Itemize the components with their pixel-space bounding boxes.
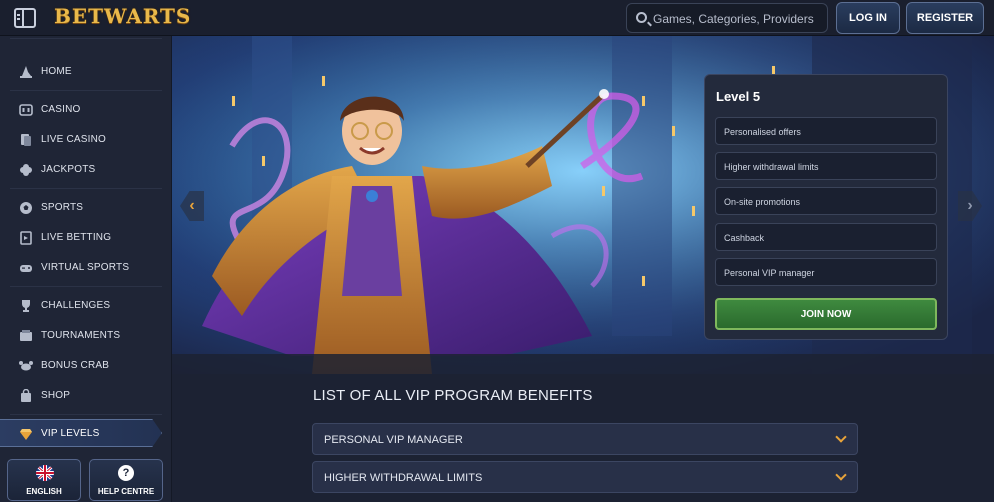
sidebar-item-label: TOURNAMENTS <box>41 330 121 341</box>
sidebar: HOME CASINO LIVE CASINO JACKPOTS SPORTS … <box>0 36 172 502</box>
benefit-label: Personalised offers <box>724 127 801 137</box>
trophy-icon <box>19 299 33 313</box>
betwarts-logo[interactable]: BETWARTS <box>54 4 191 30</box>
help-centre-button[interactable]: ? HELP CENTRE <box>89 459 163 501</box>
wizard-hat-icon <box>19 65 33 79</box>
sidebar-item-tournaments[interactable]: TOURNAMENTS <box>0 323 172 349</box>
chevron-down-icon <box>835 469 847 481</box>
benefit-label: Higher withdrawal limits <box>724 162 819 172</box>
sidebar-toggle-icon[interactable] <box>14 8 36 28</box>
sidebar-item-virtual-sports[interactable]: VIRTUAL SPORTS <box>0 255 172 281</box>
accordion-item[interactable]: PERSONAL VIP MANAGER <box>312 423 858 455</box>
sidebar-item-bonus-crab[interactable]: BONUS CRAB <box>0 353 172 379</box>
level-benefit-item: Cashback <box>715 223 937 251</box>
sidebar-item-label: SPORTS <box>41 202 84 213</box>
help-centre-label: HELP CENTRE <box>97 487 155 496</box>
sidebar-divider <box>10 414 162 415</box>
sidebar-divider <box>10 38 162 39</box>
sidebar-item-shop[interactable]: SHOP <box>0 383 172 409</box>
sidebar-item-label: VIP LEVELS <box>41 428 100 439</box>
sidebar-item-label: LIVE CASINO <box>41 134 106 145</box>
language-button[interactable]: ENGLISH <box>7 459 81 501</box>
language-label: ENGLISH <box>26 487 62 496</box>
crab-icon <box>19 359 33 373</box>
sidebar-item-jackpots[interactable]: JACKPOTS <box>0 157 172 183</box>
sidebar-item-live-casino[interactable]: LIVE CASINO <box>0 127 172 153</box>
benefit-label: Cashback <box>724 233 765 243</box>
level-benefit-item: Personal VIP manager <box>715 258 937 286</box>
level-benefit-item: Personalised offers <box>715 117 937 145</box>
live-betting-icon <box>19 231 33 245</box>
login-button[interactable]: LOG IN <box>836 2 900 34</box>
benefit-label: Personal VIP manager <box>724 268 815 278</box>
top-header: BETWARTS Games, Categories, Providers LO… <box>0 0 994 36</box>
sidebar-item-label: HOME <box>41 66 72 77</box>
level-benefit-item: Higher withdrawal limits <box>715 152 937 180</box>
benefit-label: On-site promotions <box>724 197 801 207</box>
search-input[interactable]: Games, Categories, Providers <box>626 3 828 33</box>
sidebar-item-home[interactable]: HOME <box>0 59 172 85</box>
sidebar-divider <box>10 188 162 189</box>
sidebar-item-casino[interactable]: CASINO <box>0 97 172 123</box>
search-icon <box>636 12 647 23</box>
sidebar-item-sports[interactable]: SPORTS <box>0 195 172 221</box>
sidebar-item-label: JACKPOTS <box>41 164 96 175</box>
benefits-list-title: LIST OF ALL VIP PROGRAM BENEFITS <box>313 387 593 404</box>
sidebar-item-label: VIRTUAL SPORTS <box>41 262 130 273</box>
sidebar-item-label: LIVE BETTING <box>41 232 112 243</box>
clover-icon <box>19 163 33 177</box>
tournament-icon <box>19 329 33 343</box>
search-placeholder: Games, Categories, Providers <box>653 12 814 26</box>
level-title: Level 5 <box>716 89 761 104</box>
sidebar-divider <box>10 286 162 287</box>
accordion-label: HIGHER WITHDRAWAL LIMITS <box>324 472 483 484</box>
soccer-ball-icon <box>19 201 33 215</box>
cards-icon <box>19 133 33 147</box>
sidebar-item-label: SHOP <box>41 390 71 401</box>
uk-flag-icon <box>36 465 54 481</box>
vip-hero-banner: ‹ › Level 5 Personalised offers Higher w… <box>172 36 994 374</box>
sidebar-item-challenges[interactable]: CHALLENGES <box>0 293 172 319</box>
slot-machine-icon <box>19 103 33 117</box>
chevron-down-icon <box>835 431 847 443</box>
sidebar-item-label: CASINO <box>41 104 81 115</box>
register-button[interactable]: REGISTER <box>906 2 984 34</box>
sidebar-item-vip-levels[interactable]: VIP LEVELS <box>0 419 162 447</box>
level-benefit-item: On-site promotions <box>715 187 937 215</box>
accordion-item[interactable]: HIGHER WITHDRAWAL LIMITS <box>312 461 858 493</box>
accordion-label: PERSONAL VIP MANAGER <box>324 434 463 446</box>
shopping-bag-icon <box>19 389 33 403</box>
sidebar-divider <box>10 90 162 91</box>
gamepad-icon <box>19 261 33 275</box>
vip-level-card: Level 5 Personalised offers Higher withd… <box>704 74 948 340</box>
join-now-button[interactable]: JOIN NOW <box>715 298 937 330</box>
diamond-icon <box>19 427 33 441</box>
sidebar-item-live-betting[interactable]: LIVE BETTING <box>0 225 172 251</box>
sidebar-item-label: CHALLENGES <box>41 300 111 311</box>
question-icon: ? <box>118 465 134 481</box>
sidebar-item-label: BONUS CRAB <box>41 360 110 371</box>
